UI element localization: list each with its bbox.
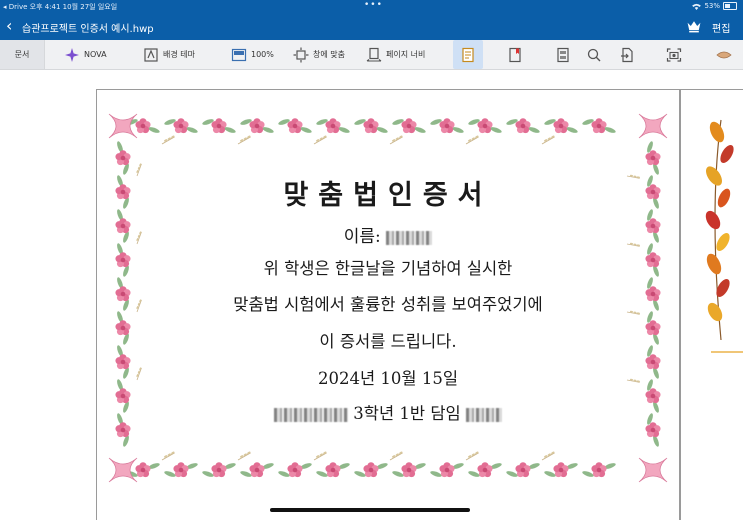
doc-menu-label: 문서 [14,50,30,59]
redacted-school-name [274,407,349,422]
certificate-date: 2024년 10월 15일 [317,369,458,388]
zoom-button[interactable]: 100% [231,40,274,69]
certificate-heading: 맞춤법인증서 [283,180,493,211]
capture-button[interactable] [666,40,684,69]
title-bar: ‹ 습관프로젝트 인증서 예시.hwp 편집 [0,14,743,40]
doc-menu-button[interactable]: 문서 [0,40,45,69]
theme-icon [144,47,158,62]
background-theme-button[interactable]: 배경 테마 [143,40,195,69]
fit-window-button[interactable]: 창에 맞춤 [293,40,345,69]
document-title: 습관프로젝트 인증서 예시.hwp [22,24,154,35]
nova-button[interactable]: NOVA [64,40,107,69]
status-bar-right: 53% [692,2,737,10]
pages-view-icon [462,47,474,62]
next-page-preview[interactable] [680,89,743,520]
back-chevron-icon[interactable]: ‹ [6,17,12,35]
pen-nib-icon [716,51,732,58]
home-indicator[interactable] [270,508,470,512]
search-button[interactable] [586,40,604,69]
bookmark-button[interactable] [507,40,525,69]
autumn-leaves-decoration [705,119,743,353]
battery-percent: 53% [704,2,720,10]
teacher-line: 3학년 1반 담임 [97,400,679,424]
nova-label: NOVA [84,50,107,59]
nova-sparkle-icon [65,47,79,62]
document-page[interactable]: 맞춤법인증서 이름: 위 학생은 한글날을 기념하여 실시한 맞춤법 시험에서 … [96,89,680,520]
toolbar: 문서 NOVA 배경 테마 100% 창에 맞춤 페이지 너비 [0,40,743,70]
pen-button[interactable] [716,40,738,69]
certificate-line-2: 맞춤법 시험에서 훌륭한 성취를 보여주었기에 [233,295,543,314]
multitask-dots-icon[interactable]: ••• [364,0,383,10]
fit-window-icon [293,47,309,62]
certificate-line-1: 위 학생은 한글날을 기념하여 실시한 [263,259,513,278]
layout-view-button[interactable] [453,40,483,69]
search-icon [587,48,601,61]
go-to-page-button[interactable] [619,40,637,69]
page-width-icon [366,47,382,62]
bookmark-icon [509,47,521,62]
page-width-label: 페이지 너비 [386,50,426,59]
thumbnail-icon [557,47,569,62]
edit-button[interactable]: 편집 [712,20,730,35]
redacted-student-name [386,230,433,245]
redacted-teacher-name [465,407,502,422]
zoom-percent-icon [231,48,247,61]
battery-icon [723,2,737,10]
certificate-line-3: 이 증서를 드립니다. [319,332,457,351]
status-bar-left: ◂ Drive 오후 4:41 10월 27일 일요일 [3,3,118,11]
document-canvas[interactable]: 맞춤법인증서 이름: 위 학생은 한글날을 기념하여 실시한 맞춤법 시험에서 … [0,70,743,520]
camera-icon [666,47,682,62]
class-label: 3학년 1반 담임 [353,404,461,423]
zoom-label: 100% [251,50,274,59]
wifi-icon [692,3,702,10]
go-to-page-icon [621,47,633,62]
name-line: 이름: [97,222,679,247]
certificate: 맞춤법인증서 이름: 위 학생은 한글날을 기념하여 실시한 맞춤법 시험에서 … [97,90,679,520]
name-label: 이름: [343,227,381,247]
background-theme-label: 배경 테마 [163,50,195,59]
fit-window-label: 창에 맞춤 [313,50,345,59]
status-bar: ◂ Drive 오후 4:41 10월 27일 일요일 ••• 53% [0,0,743,14]
page-width-button[interactable]: 페이지 너비 [366,40,425,69]
crown-icon[interactable] [686,18,702,34]
thumbnail-button[interactable] [555,40,573,69]
